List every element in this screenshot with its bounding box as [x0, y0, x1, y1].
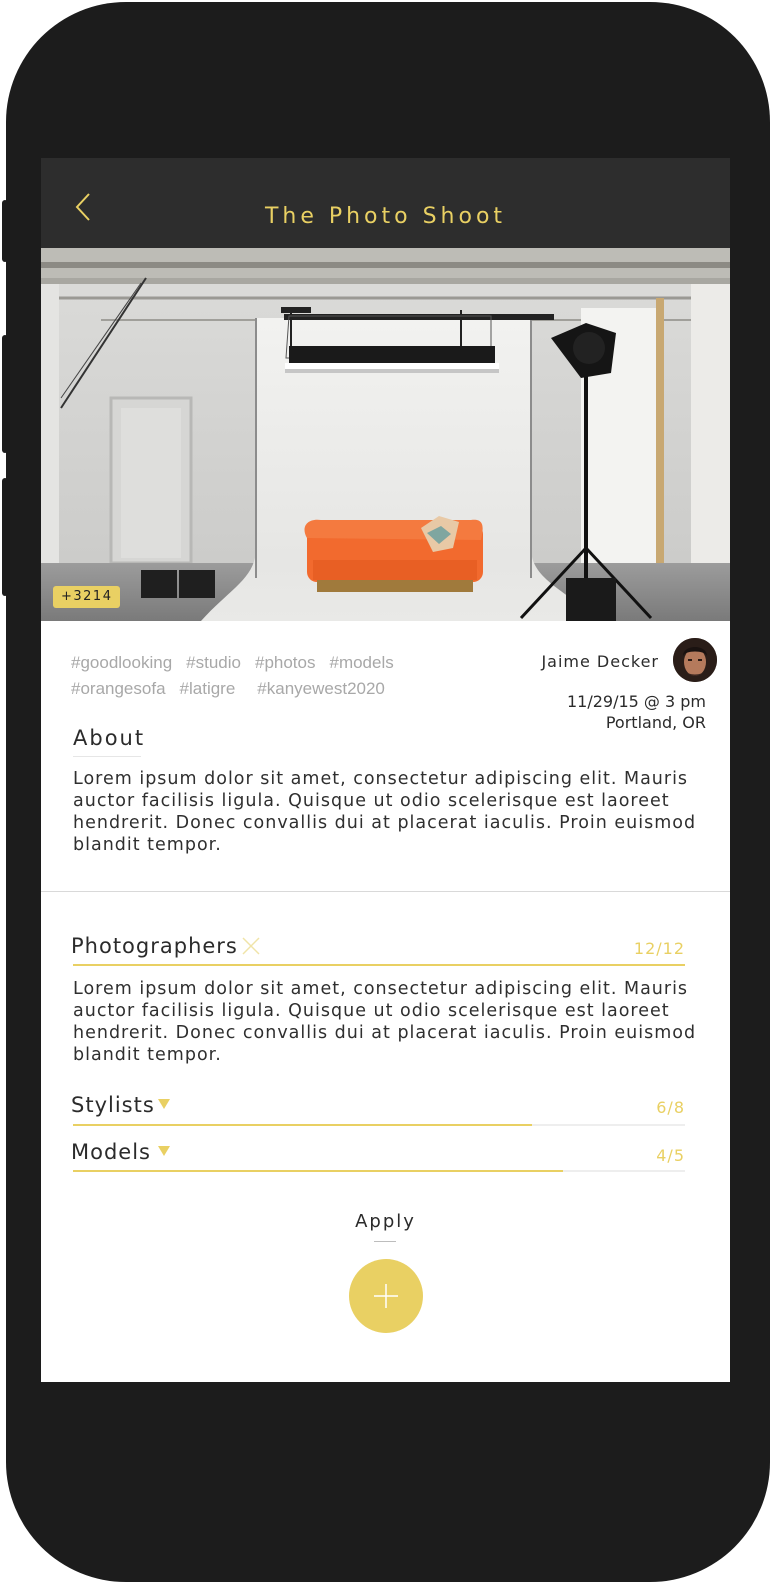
tag-list: #goodlooking #studio #photos #models #orang…: [71, 650, 491, 702]
apply-underline: [374, 1241, 396, 1242]
close-icon[interactable]: [241, 936, 261, 956]
host-name[interactable]: Jaime Decker: [501, 652, 659, 671]
stylists-progress: [73, 1124, 685, 1126]
page-title: The Photo Shoot: [264, 204, 507, 229]
volume-up-button: [2, 335, 8, 453]
mute-switch: [2, 200, 8, 262]
about-underline: [73, 756, 141, 757]
models-count: 4/5: [656, 1146, 685, 1165]
tag-latigre[interactable]: #latigre: [180, 676, 236, 702]
stylists-toggle[interactable]: Stylists: [71, 1093, 155, 1117]
photographers-toggle[interactable]: Photographers: [71, 934, 238, 958]
models-progress-fill: [73, 1170, 563, 1172]
tag-photos[interactable]: #photos: [255, 650, 316, 676]
caret-down-icon[interactable]: [158, 1099, 170, 1109]
photographers-count: 12/12: [633, 939, 685, 958]
tag-studio[interactable]: #studio: [186, 650, 241, 676]
apply-button[interactable]: [349, 1259, 423, 1333]
app-screen: The Photo Shoot +3214 #goodlooking #stud…: [41, 158, 730, 1382]
plus-icon: [374, 1284, 398, 1308]
event-date: 11/29/15 @ 3 pm: [566, 692, 706, 711]
apply-label[interactable]: Apply: [41, 1211, 730, 1232]
caret-down-icon[interactable]: [158, 1146, 170, 1156]
tag-goodlooking[interactable]: #goodlooking: [71, 650, 172, 676]
views-count-badge: +3214: [53, 586, 121, 608]
avatar-image: [673, 638, 717, 682]
models-progress: [73, 1170, 685, 1172]
photographers-progress-fill: [73, 964, 685, 966]
top-bar: The Photo Shoot: [41, 158, 730, 248]
photographers-progress: [73, 964, 685, 966]
volume-down-button: [2, 478, 8, 596]
host-avatar[interactable]: [673, 638, 717, 682]
tag-orangesofa[interactable]: #orangesofa: [71, 676, 166, 702]
studio-photo: [41, 248, 730, 621]
tag-models[interactable]: #models: [329, 650, 393, 676]
about-text: Lorem ipsum dolor sit amet, consectetur …: [73, 769, 697, 855]
photographers-text: Lorem ipsum dolor sit amet, consectetur …: [73, 979, 697, 1065]
tag-kanyewest2020[interactable]: #kanyewest2020: [257, 676, 385, 702]
models-toggle[interactable]: Models: [71, 1140, 151, 1164]
section-divider: [41, 891, 730, 892]
stylists-count: 6/8: [656, 1098, 685, 1117]
event-photo: [41, 248, 730, 621]
stylists-progress-fill: [73, 1124, 532, 1126]
event-location: Portland, OR: [605, 713, 706, 732]
power-button: [764, 335, 770, 453]
about-heading: About: [73, 726, 146, 750]
